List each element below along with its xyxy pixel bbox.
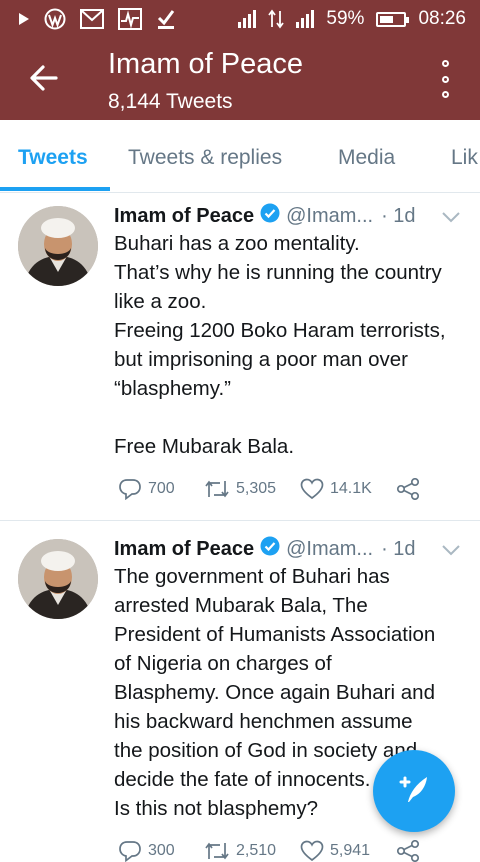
share-button[interactable] <box>396 840 420 862</box>
tab-tweets-and-replies[interactable]: Tweets & replies <box>128 146 282 170</box>
reply-button[interactable]: 300 <box>118 840 204 862</box>
tweet-time: 1d <box>393 204 416 227</box>
avatar[interactable] <box>18 206 98 286</box>
gmail-icon <box>80 9 104 29</box>
activity-icon <box>118 8 142 30</box>
like-button[interactable]: 14.1K <box>300 478 396 500</box>
author-name[interactable]: Imam of Peace <box>114 205 254 228</box>
data-transfer-icon <box>268 9 285 29</box>
wordpress-icon <box>44 8 66 30</box>
tab-likes[interactable]: Lik <box>451 146 478 170</box>
like-count: 14.1K <box>330 480 372 497</box>
tweet-count: 8,144 Tweets <box>108 90 233 113</box>
reply-button[interactable]: 700 <box>118 478 204 500</box>
retweet-button[interactable]: 5,305 <box>204 479 300 499</box>
active-tab-indicator <box>0 187 110 191</box>
status-bar: 59% 08:26 <box>0 0 480 38</box>
tweet-line: of Nigeria on charges of <box>114 652 332 675</box>
like-button[interactable]: 5,941 <box>300 840 396 862</box>
tweet-line: arrested Mubarak Bala, The <box>114 594 368 617</box>
avatar[interactable] <box>18 539 98 619</box>
profile-tabs: Tweets Tweets & replies Media Lik <box>0 120 480 193</box>
tweet-header: Imam of Peace @Imam... · 1d <box>114 203 416 229</box>
profile-title: Imam of Peace <box>108 48 304 80</box>
back-arrow-icon[interactable] <box>28 62 60 94</box>
tweet-header: Imam of Peace @Imam... · 1d <box>114 536 416 562</box>
battery-icon <box>376 11 410 27</box>
tweet-line: his backward henchmen assume <box>114 710 413 733</box>
tweet-line: “blasphemy.” <box>114 377 231 400</box>
tweet-line: Blasphemy. Once again Buhari and <box>114 681 435 704</box>
clock: 08:26 <box>418 8 466 29</box>
share-icon <box>396 840 420 862</box>
heart-icon <box>300 478 324 500</box>
compose-tweet-button[interactable] <box>373 750 455 832</box>
battery-percent: 59% <box>326 8 365 29</box>
tweet-divider <box>0 520 480 521</box>
chevron-down-icon[interactable] <box>442 210 460 223</box>
tweet-actions: 700 5,305 14.1K <box>118 478 420 500</box>
tweet-line: Freeing 1200 Boko Haram terrorists, <box>114 319 446 342</box>
share-icon <box>396 478 420 500</box>
author-handle[interactable]: @Imam... <box>286 538 373 561</box>
tweet-line: but imprisoning a poor man over <box>114 348 408 371</box>
tweet-time: 1d <box>393 537 416 560</box>
signal-icon-2 <box>296 10 315 28</box>
reply-icon <box>118 478 142 500</box>
tweet-line: Buhari has a zoo mentality. <box>114 232 360 255</box>
author-name[interactable]: Imam of Peace <box>114 538 254 561</box>
reply-count: 300 <box>148 842 175 859</box>
verified-badge-icon <box>260 203 280 229</box>
play-icon <box>18 12 30 26</box>
retweet-count: 2,510 <box>236 842 277 859</box>
retweet-icon <box>204 841 230 861</box>
retweet-icon <box>204 479 230 499</box>
retweet-count: 5,305 <box>236 480 277 497</box>
tweet-line: That’s why he is running the country <box>114 261 442 284</box>
retweet-button[interactable]: 2,510 <box>204 841 300 861</box>
tweet-line <box>114 403 474 432</box>
tweet-line: The government of Buhari has <box>114 565 390 588</box>
tweet-line: President of Humanists Association <box>114 623 436 646</box>
separator-dot: · <box>381 204 388 227</box>
heart-icon <box>300 840 324 862</box>
signal-icon <box>238 10 257 28</box>
tweet-line: like a zoo. <box>114 290 207 313</box>
author-handle[interactable]: @Imam... <box>286 205 373 228</box>
app-bar: Imam of Peace 8,144 Tweets <box>0 38 480 120</box>
reply-icon <box>118 840 142 862</box>
tweet-line: Free Mubarak Bala. <box>114 435 295 458</box>
tweet-body: Buhari has a zoo mentality. That’s why h… <box>114 229 474 461</box>
tab-tweets[interactable]: Tweets <box>18 146 88 170</box>
chevron-down-icon[interactable] <box>442 543 460 556</box>
verified-badge-icon <box>260 536 280 562</box>
more-vertical-icon[interactable] <box>440 60 450 98</box>
share-button[interactable] <box>396 478 420 500</box>
compose-tweet-icon <box>394 769 434 814</box>
reply-count: 700 <box>148 480 175 497</box>
like-count: 5,941 <box>330 842 371 859</box>
tweet-actions: 300 2,510 5,941 <box>118 840 420 862</box>
tab-media[interactable]: Media <box>338 146 395 170</box>
download-done-icon <box>156 8 176 30</box>
separator-dot: · <box>381 537 388 560</box>
